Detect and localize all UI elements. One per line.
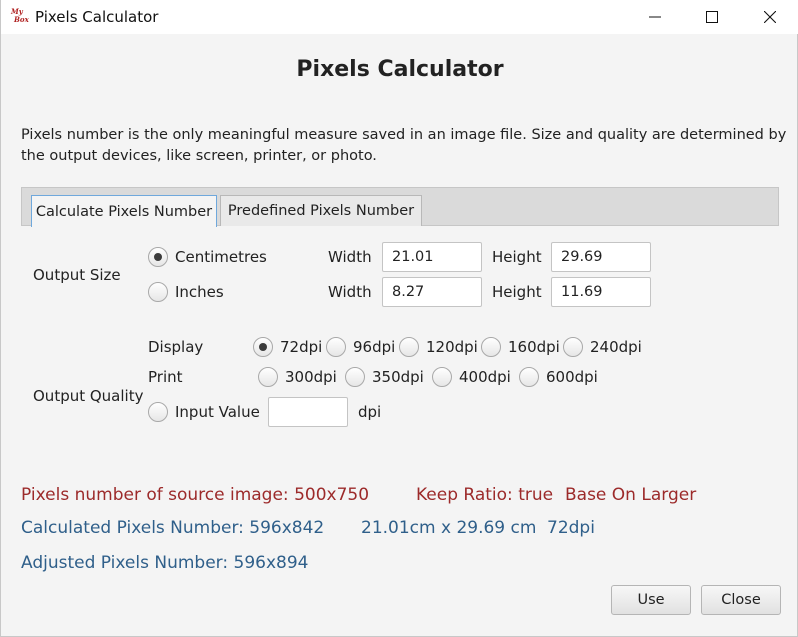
minimize-button[interactable] (627, 0, 683, 34)
cm-height-label: Height (492, 248, 542, 266)
cm-height-input[interactable] (551, 242, 651, 272)
print-600dpi-label: 600dpi (546, 368, 598, 386)
inches-radio[interactable] (148, 282, 168, 302)
output-size-label: Output Size (33, 266, 121, 284)
calculated-size-text: 21.01cm x 29.69 cm (361, 518, 537, 538)
description-line-2: the output devices, like screen, printer… (21, 148, 377, 164)
centimetres-label: Centimetres (175, 248, 267, 266)
display-label: Display (148, 338, 204, 356)
display-240dpi-radio[interactable] (563, 337, 583, 357)
display-240dpi-label: 240dpi (590, 338, 642, 356)
centimetres-radio[interactable] (148, 247, 168, 267)
minimize-icon (649, 16, 661, 18)
keep-ratio-text: Keep Ratio: true (416, 485, 554, 505)
inch-height-input[interactable] (551, 277, 651, 307)
print-400dpi-label: 400dpi (459, 368, 511, 386)
close-window-button[interactable] (742, 0, 798, 34)
dpi-unit-label: dpi (358, 403, 382, 421)
print-label: Print (148, 368, 183, 386)
inch-width-input[interactable] (382, 277, 482, 307)
inch-width-label: Width (328, 283, 372, 301)
display-96dpi-label: 96dpi (353, 338, 396, 356)
cm-width-input[interactable] (382, 242, 482, 272)
calculated-pixels-text: Calculated Pixels Number: 596x842 (21, 518, 325, 538)
description-line-1: Pixels number is the only meaningful mea… (21, 127, 787, 143)
close-button[interactable]: Close (701, 585, 781, 615)
maximize-icon (706, 11, 718, 23)
use-button[interactable]: Use (611, 585, 691, 615)
display-120dpi-radio[interactable] (399, 337, 419, 357)
tab-calculate-pixels-number[interactable]: Calculate Pixels Number (31, 195, 217, 227)
display-120dpi-label: 120dpi (426, 338, 478, 356)
print-350dpi-radio[interactable] (345, 367, 365, 387)
print-600dpi-radio[interactable] (519, 367, 539, 387)
display-160dpi-radio[interactable] (481, 337, 501, 357)
print-350dpi-label: 350dpi (372, 368, 424, 386)
display-96dpi-radio[interactable] (326, 337, 346, 357)
close-icon (764, 11, 776, 23)
maximize-button[interactable] (684, 0, 740, 34)
display-160dpi-label: 160dpi (508, 338, 560, 356)
display-72dpi-label: 72dpi (280, 338, 323, 356)
inches-label: Inches (175, 283, 224, 301)
print-300dpi-radio[interactable] (258, 367, 278, 387)
source-pixels-text: Pixels number of source image: 500x750 (21, 485, 370, 505)
input-value-label: Input Value (175, 403, 260, 421)
print-300dpi-label: 300dpi (285, 368, 337, 386)
input-value-radio[interactable] (148, 402, 168, 422)
dpi-input[interactable] (268, 397, 348, 427)
adjusted-pixels-text: Adjusted Pixels Number: 596x894 (21, 553, 309, 573)
base-on-text: Base On Larger (565, 485, 697, 505)
window-title: Pixels Calculator (35, 8, 159, 26)
display-72dpi-radio[interactable] (253, 337, 273, 357)
inch-height-label: Height (492, 283, 542, 301)
output-quality-label: Output Quality (33, 387, 144, 405)
tab-predefined-pixels-number[interactable]: Predefined Pixels Number (220, 195, 422, 226)
print-400dpi-radio[interactable] (432, 367, 452, 387)
title-bar: My Box Pixels Calculator (1, 0, 798, 34)
dialog-heading: Pixels Calculator (296, 57, 504, 82)
cm-width-label: Width (328, 248, 372, 266)
calculated-dpi-text: 72dpi (547, 518, 595, 538)
app-logo-icon: My Box (11, 7, 29, 24)
